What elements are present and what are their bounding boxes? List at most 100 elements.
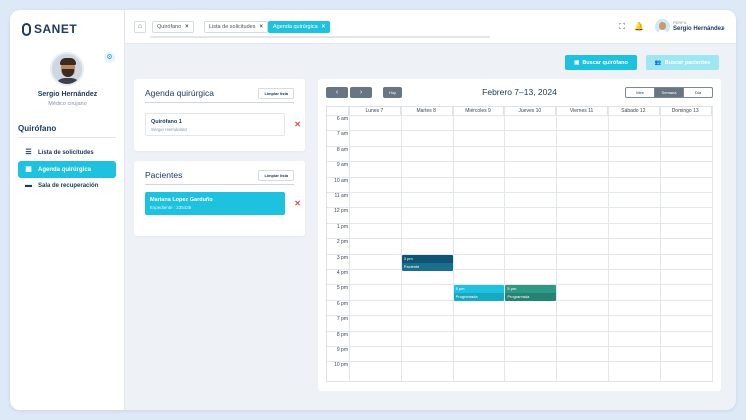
bell-icon[interactable]: 🔔: [634, 22, 644, 32]
gear-icon[interactable]: ⚙: [104, 52, 115, 63]
sidebar: SANET ⚙ Sergio Hernández Médico cirujano…: [10, 10, 125, 410]
hour-label: 10 am: [334, 177, 348, 184]
clear-list-button[interactable]: Limpiar lista: [258, 88, 294, 99]
event-label: Programada: [453, 293, 505, 302]
avatar: [50, 52, 84, 86]
view-switcher: Mes Semana Día: [625, 87, 713, 98]
day-header: Viernes 11: [556, 107, 608, 115]
divider: [145, 102, 294, 103]
grid-line: [327, 176, 712, 178]
grid-line: [327, 269, 712, 270]
grid-line: [400, 107, 402, 381]
room-icon: ▣: [574, 59, 580, 66]
view-day-button[interactable]: Día: [684, 88, 712, 97]
calendar-grid[interactable]: Lunes 7 Martes 8 Miércoles 9 Jueves 10 Viern…: [326, 106, 713, 382]
hour-label: 9 am: [336, 162, 348, 169]
grid-line: [327, 315, 712, 317]
grid-line: [327, 238, 712, 240]
calendar-header: Lunes 7 Martes 8 Miércoles 9 Jueves 10 Viern…: [327, 107, 712, 115]
sanet-logo-icon: [22, 22, 31, 36]
tab-label: Lista de solicitudes: [209, 24, 256, 30]
calendar-event[interactable]: 5 pm Programada: [453, 285, 505, 302]
grid-line: [327, 330, 712, 332]
tab-agenda-quirurgica[interactable]: Agenda quirúrgica ×: [268, 21, 331, 33]
quirofano-name: Quirófano 1: [151, 119, 182, 125]
event-time: 5 pm: [453, 285, 505, 294]
button-label: Buscar pacientes: [664, 59, 711, 66]
selected-quirofano[interactable]: Quirófano 1 Sergio Hernández: [145, 113, 285, 136]
profile-label: PERFIL: [673, 20, 688, 25]
event-label: Paciente: [401, 262, 453, 271]
calendar-icon: ▦: [25, 166, 32, 173]
hour-label: 8 pm: [336, 331, 348, 338]
hour-label: 2 pm: [336, 239, 348, 246]
home-icon[interactable]: ⌂: [134, 21, 146, 33]
grid-line: [327, 253, 712, 255]
user-role: Médico cirujano: [48, 101, 87, 107]
fullscreen-icon[interactable]: ⛶: [617, 22, 627, 32]
profile-avatar[interactable]: [655, 19, 670, 34]
calendar-event[interactable]: 5 pm Programada: [505, 285, 557, 302]
grid-line: [711, 107, 713, 381]
sidebar-item-recuperacion[interactable]: ▬ Sala de recuperación: [18, 177, 116, 194]
search-patients-button[interactable]: 👥 Buscar pacientes: [646, 55, 719, 70]
close-icon[interactable]: ×: [259, 24, 263, 30]
grid-line: [327, 222, 712, 224]
selected-patient[interactable]: Mariana Lopez Garduño Expediente : 23543…: [145, 192, 285, 215]
hour-label: 7 pm: [336, 316, 348, 323]
hour-label: 8 am: [336, 146, 348, 153]
hour-label: 9 pm: [336, 347, 348, 353]
app-window: SANET ⚙ Sergio Hernández Médico cirujano…: [10, 10, 736, 410]
patients-card-title: Pacientes: [145, 170, 183, 180]
patient-record: Expediente : 235436: [150, 205, 192, 210]
topbar: ⌂ Quirófano × Lista de solicitudes × Age…: [125, 10, 736, 44]
grid-line: [327, 130, 712, 132]
grid-line: [556, 107, 558, 381]
sidebar-section-title: Quirófano: [18, 124, 57, 133]
tabs-scrollbar[interactable]: [150, 36, 490, 38]
button-label: Buscar quirófano: [582, 59, 628, 66]
chevron-down-icon[interactable]: ⌄: [721, 24, 726, 31]
event-time: 5 pm: [505, 285, 557, 294]
hour-label: 12 pm: [334, 208, 348, 215]
sidebar-item-solicitudes[interactable]: ☰ Lista de solicitudes: [18, 144, 116, 161]
clear-list-button[interactable]: Limpiar lista: [258, 170, 294, 181]
view-week-button[interactable]: Semana: [655, 88, 684, 97]
remove-icon[interactable]: ✕: [294, 199, 301, 208]
grid-line: [327, 115, 712, 116]
search-quirofano-button[interactable]: ▣ Buscar quirófano: [565, 55, 637, 70]
grid-line: [327, 361, 712, 363]
agenda-card-title: Agenda quirúrgica: [145, 88, 214, 98]
day-header: Martes 8: [401, 107, 453, 115]
hour-label: 10 pm: [334, 362, 348, 369]
remove-icon[interactable]: ✕: [294, 120, 301, 129]
brand-name: SANET: [34, 22, 78, 36]
divider: [18, 137, 116, 138]
hour-label: 11 am: [334, 193, 348, 199]
users-icon: 👥: [654, 59, 662, 66]
tab-quirofano[interactable]: Quirófano ×: [152, 21, 194, 33]
calendar-event[interactable]: 3 pm Paciente: [401, 254, 453, 271]
grid-line: [504, 107, 506, 381]
bed-icon: ▬: [25, 182, 32, 189]
event-time: 3 pm: [401, 254, 453, 263]
grid-line: [327, 346, 712, 347]
list-icon: ☰: [25, 149, 32, 156]
tab-label: Quirófano: [157, 24, 182, 30]
quirofano-doctor: Sergio Hernández: [151, 127, 188, 132]
grid-line: [327, 161, 712, 163]
close-icon[interactable]: ×: [185, 24, 189, 30]
sidebar-item-agenda[interactable]: ▦ Agenda quirúrgica: [18, 161, 116, 178]
hour-label: 6 pm: [336, 300, 348, 307]
tab-label: Agenda quirúrgica: [273, 24, 318, 30]
tab-lista-solicitudes[interactable]: Lista de solicitudes ×: [204, 21, 268, 33]
day-header: Domingo 13: [660, 107, 712, 115]
patients-card: Pacientes Limpiar lista Mariana Lopez Ga…: [134, 161, 305, 236]
profile-name[interactable]: Sergio Hernández: [673, 26, 724, 32]
hour-label: 6 am: [336, 116, 348, 122]
patient-name: Mariana Lopez Garduño: [150, 197, 213, 203]
calendar: ‹ › Hoy Febrero 7–13, 2024 Mes Semana Dí…: [318, 79, 721, 391]
sidebar-item-label: Sala de recuperación: [38, 182, 99, 189]
view-month-button[interactable]: Mes: [626, 88, 655, 97]
close-icon[interactable]: ×: [322, 24, 326, 30]
